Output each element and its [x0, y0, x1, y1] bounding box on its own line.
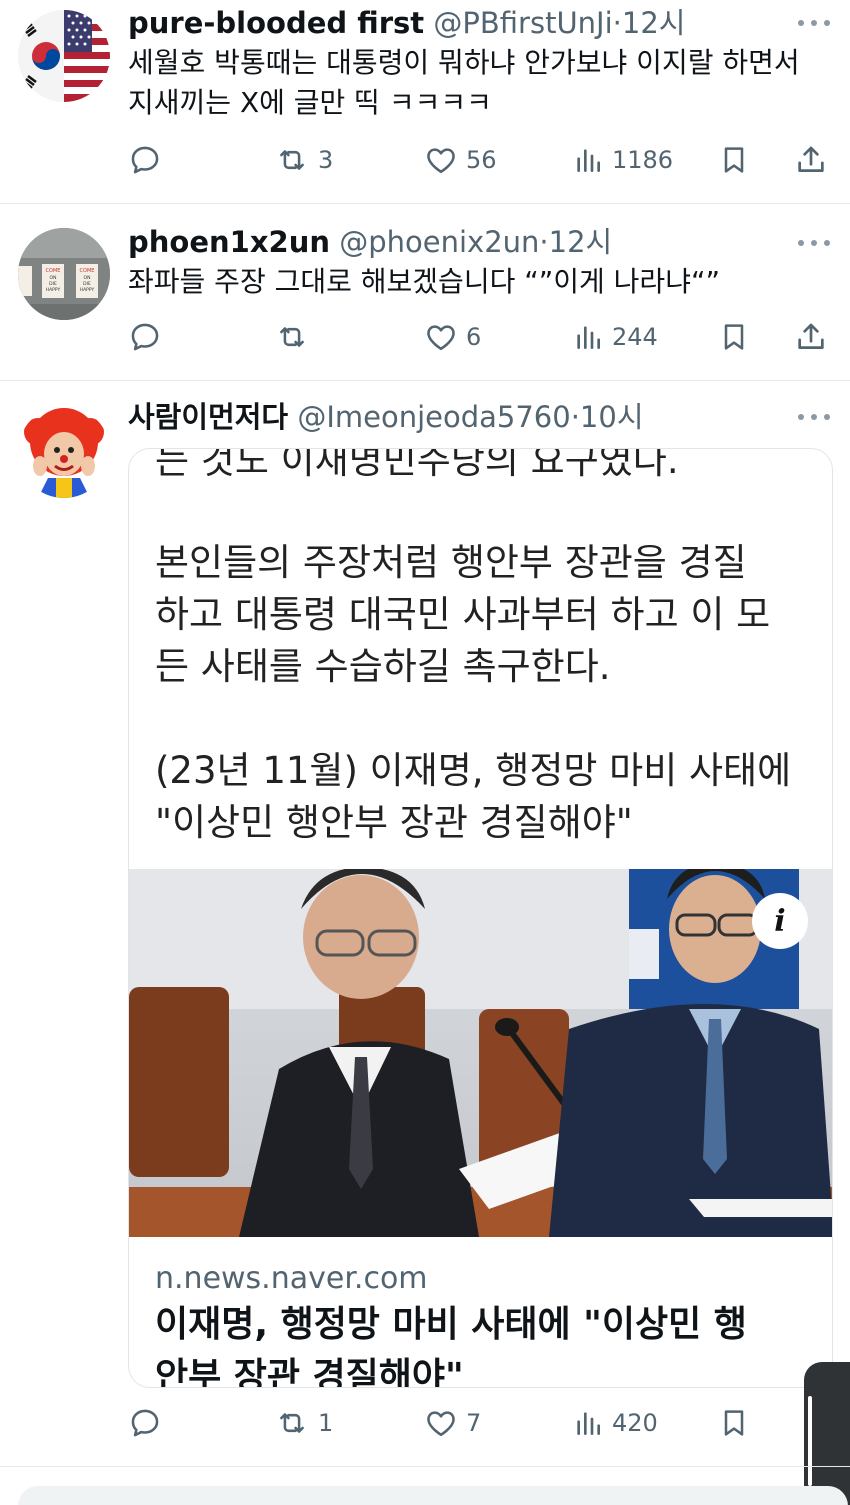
edge-panel-handle[interactable]	[804, 1362, 850, 1505]
card-link-title[interactable]: 이재명, 행정망 마비 사태에 "이상민 행 안부 장관 경질해야"	[155, 1299, 815, 1388]
info-icon[interactable]: i	[752, 893, 808, 949]
card-text-line: (23년 11월) 이재명, 행정망 마비 사태에	[155, 749, 792, 792]
card-paragraph-1: 본인들의 주장처럼 행안부 장관을 경질 하고 대통령 대국민 사과부터 하고 …	[155, 537, 815, 693]
views-button[interactable]: 420	[572, 1403, 658, 1443]
card-title-line: 이재명, 행정망 마비 사태에 "이상민 행	[155, 1304, 747, 1345]
avatar-clown-image	[18, 406, 110, 498]
card-paragraph-2: (23년 11월) 이재명, 행정망 마비 사태에 "이상민 행안부 장관 경질…	[155, 745, 815, 849]
separator-dot: ·	[570, 400, 580, 434]
news-photo[interactable]: i	[129, 869, 832, 1237]
more-icon[interactable]	[798, 412, 830, 422]
bookmark-button[interactable]	[718, 1403, 750, 1443]
reply-button[interactable]	[128, 1403, 162, 1443]
like-button[interactable]: 7	[424, 1403, 481, 1443]
retweet-button[interactable]: 1	[274, 1403, 333, 1443]
edge-panel-grip	[808, 1396, 812, 1486]
card-text-line: "이상민 행안부 장관 경질해야"	[155, 801, 633, 844]
tweet-divider	[0, 1466, 850, 1467]
link-card[interactable]: 는 것도 이재명민주당의 요구였다. 본인들의 주장처럼 행안부 장관을 경질 …	[128, 448, 833, 1388]
card-text-line: 든 사태를 수습하길 촉구한다.	[155, 645, 611, 688]
display-name[interactable]: 사람이먼저다	[128, 400, 288, 434]
views-icon	[577, 1412, 600, 1435]
retweet-icon	[280, 1413, 304, 1433]
tweet-header: 사람이먼저다 @Imeonjeoda5760·10시	[128, 399, 644, 435]
reply-icon	[131, 1409, 159, 1437]
tweet-actions: 1 7 420	[128, 1403, 840, 1443]
retweet-count: 1	[318, 1409, 334, 1437]
card-title-line: 안부 장관 경질해야"	[155, 1356, 464, 1388]
like-count: 7	[466, 1409, 482, 1437]
user-handle[interactable]: @Imeonjeoda5760	[297, 400, 570, 434]
card-domain[interactable]: n.news.naver.com	[155, 1261, 428, 1296]
timestamp[interactable]: 10시	[580, 400, 644, 434]
next-tweet-peek	[18, 1486, 848, 1505]
card-text-line: 본인들의 주장처럼 행안부 장관을 경질	[155, 541, 747, 584]
tweet-3[interactable]: 사람이먼저다 @Imeonjeoda5760·10시 는 것도 이재명민주당의 …	[0, 0, 850, 1466]
card-text-line: 하고 대통령 대국민 사과부터 하고 이 모	[155, 593, 771, 636]
card-clipped-line: 는 것도 이재명민주당의 요구였다.	[155, 448, 679, 482]
news-photo-image	[129, 869, 832, 1237]
like-icon	[427, 1411, 455, 1437]
avatar-imeonjeoda5760[interactable]	[18, 406, 110, 498]
bookmark-icon	[724, 1410, 744, 1436]
views-count: 420	[612, 1409, 658, 1437]
